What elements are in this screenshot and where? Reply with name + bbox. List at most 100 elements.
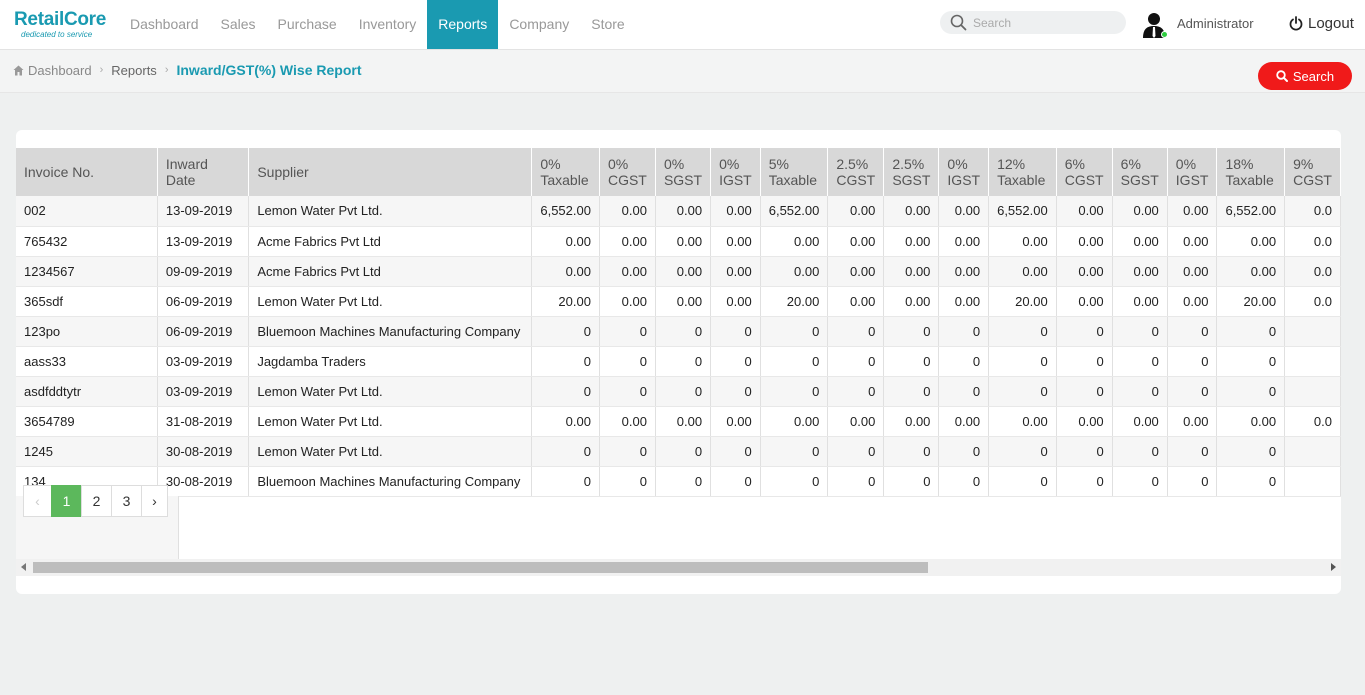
amount-cell: 0 <box>1216 316 1286 347</box>
pagination-page-button[interactable]: 3 <box>111 485 142 517</box>
table-row[interactable]: 123po 06-09-2019 Bluemoon Machines Manufac… <box>16 316 1341 347</box>
amount-cell: 0.00 <box>710 196 761 227</box>
pagination-page-button[interactable]: 2 <box>81 485 112 517</box>
supplier-cell: Lemon Water Pvt Ltd. <box>248 436 533 467</box>
amount-cell: 0.00 <box>827 406 885 437</box>
horizontal-scrollbar[interactable] <box>16 559 1341 576</box>
pagination-next-button[interactable]: › <box>141 485 168 517</box>
column-header[interactable]: 5% Taxable <box>760 148 829 196</box>
scroll-right-icon[interactable] <box>1331 563 1336 571</box>
amount-cell: 0.00 <box>827 256 885 287</box>
search-button[interactable]: Search <box>1258 62 1352 90</box>
logout-label: Logout <box>1308 15 1354 32</box>
table-row[interactable]: 002 13-09-2019 Lemon Water Pvt Ltd. 6,552.0… <box>16 196 1341 227</box>
column-header[interactable]: 2.5% CGST <box>827 148 885 196</box>
amount-cell: 0.00 <box>938 406 990 437</box>
date-cell: 06-09-2019 <box>157 316 250 347</box>
user-name[interactable]: Administrator <box>1177 16 1254 31</box>
column-header[interactable]: Supplier <box>248 148 533 196</box>
pagination-prev-button[interactable]: ‹ <box>23 485 52 517</box>
amount-cell: 0 <box>938 466 990 497</box>
amount-cell: 0 <box>710 436 761 467</box>
amount-cell: 0.0 <box>1284 196 1341 227</box>
supplier-cell: Acme Fabrics Pvt Ltd <box>248 256 533 287</box>
column-header[interactable]: 12% Taxable <box>988 148 1057 196</box>
amount-cell: 0 <box>710 466 761 497</box>
amount-cell: 0 <box>531 316 600 347</box>
amount-cell: 0.00 <box>1056 226 1113 257</box>
invoice-cell: 1245 <box>16 436 158 467</box>
table-row[interactable]: asdfddtytr 03-09-2019 Lemon Water Pvt Ltd.… <box>16 376 1341 407</box>
logout-button[interactable]: Logout <box>1289 15 1354 32</box>
amount-cell: 0.00 <box>988 256 1057 287</box>
amount-cell: 0.00 <box>655 286 712 317</box>
amount-cell: 0 <box>938 346 990 377</box>
nav-dashboard[interactable]: Dashboard <box>119 0 210 49</box>
amount-cell: 0 <box>827 316 885 347</box>
nav-purchase[interactable]: Purchase <box>267 0 348 49</box>
column-header[interactable]: Invoice No. <box>16 148 158 196</box>
column-header[interactable]: 9% CGST <box>1284 148 1341 196</box>
column-header[interactable]: 0% IGST <box>938 148 990 196</box>
report-table: Invoice No. Inward Date Supplier 0% Taxable… <box>16 148 1341 497</box>
table-row[interactable]: 1245 30-08-2019 Lemon Water Pvt Ltd. 0 0 0 0 0 0… <box>16 436 1341 467</box>
column-header[interactable]: Inward Date <box>157 148 250 196</box>
page-title: Inward/GST(%) Wise Report <box>176 62 362 78</box>
breadcrumb-reports[interactable]: Reports <box>111 63 157 78</box>
amount-cell: 0.00 <box>1167 406 1218 437</box>
supplier-cell: Lemon Water Pvt Ltd. <box>248 376 533 407</box>
column-header[interactable]: 0% CGST <box>599 148 656 196</box>
table-row[interactable]: 365sdf 06-09-2019 Lemon Water Pvt Ltd. 20.0… <box>16 286 1341 317</box>
table-row[interactable]: 134 30-08-2019 Bluemoon Machines Manufactu… <box>16 466 1341 497</box>
amount-cell: 0 <box>710 376 761 407</box>
amount-cell: 20.00 <box>988 286 1057 317</box>
column-header[interactable]: 2.5% SGST <box>883 148 940 196</box>
nav-company[interactable]: Company <box>498 0 580 49</box>
nav-reports[interactable]: Reports <box>427 0 499 49</box>
table-row[interactable]: 1234567 09-09-2019 Acme Fabrics Pvt Ltd 0.0… <box>16 256 1341 287</box>
amount-cell: 0.00 <box>883 256 940 287</box>
breadcrumb-dashboard[interactable]: Dashboard <box>28 63 92 78</box>
table-row[interactable]: 765432 13-09-2019 Acme Fabrics Pvt Ltd 0.00… <box>16 226 1341 257</box>
table-row[interactable]: aass33 03-09-2019 Jagdamba Traders 0 0 0 0 0 0 0 0… <box>16 346 1341 377</box>
scroll-left-icon[interactable] <box>21 563 26 571</box>
invoice-cell: 365sdf <box>16 286 158 317</box>
amount-cell: 0 <box>655 466 712 497</box>
search-icon <box>950 14 967 31</box>
supplier-cell: Bluemoon Machines Manufacturing Company <box>248 466 533 497</box>
table-row[interactable]: 3654789 31-08-2019 Lemon Water Pvt Ltd. 0.0… <box>16 406 1341 437</box>
nav-inventory[interactable]: Inventory <box>348 0 428 49</box>
amount-cell <box>1284 346 1341 377</box>
scrollbar-thumb[interactable] <box>33 562 928 573</box>
brand-logo[interactable]: RetailCore dedicated to service <box>14 10 106 40</box>
date-cell: 30-08-2019 <box>157 466 250 497</box>
amount-cell: 0 <box>760 346 829 377</box>
amount-cell: 0 <box>883 436 940 467</box>
amount-cell: 0.00 <box>1167 256 1218 287</box>
amount-cell: 0.00 <box>1056 256 1113 287</box>
amount-cell: 0.0 <box>1284 286 1341 317</box>
amount-cell: 0 <box>827 436 885 467</box>
column-header[interactable]: 0% IGST <box>1167 148 1218 196</box>
pagination-page-button[interactable]: 1 <box>51 485 82 517</box>
column-header[interactable]: 6% CGST <box>1056 148 1113 196</box>
nav-store[interactable]: Store <box>580 0 635 49</box>
amount-cell: 0 <box>1216 346 1286 377</box>
column-header[interactable]: 6% SGST <box>1112 148 1168 196</box>
amount-cell: 0 <box>988 346 1057 377</box>
top-navbar: RetailCore dedicated to service Dashboar… <box>0 0 1365 50</box>
column-header[interactable]: 0% IGST <box>710 148 761 196</box>
amount-cell: 0.00 <box>1167 196 1218 227</box>
amount-cell: 0 <box>1112 376 1168 407</box>
column-header[interactable]: 0% Taxable <box>531 148 600 196</box>
search-input[interactable] <box>973 13 1118 32</box>
amount-cell: 0.00 <box>655 256 712 287</box>
chevron-right-icon: › <box>164 64 169 76</box>
amount-cell: 0.00 <box>760 226 829 257</box>
date-cell: 30-08-2019 <box>157 436 250 467</box>
amount-cell: 0.00 <box>938 286 990 317</box>
nav-sales[interactable]: Sales <box>210 0 267 49</box>
amount-cell: 0.00 <box>760 256 829 287</box>
column-header[interactable]: 0% SGST <box>655 148 712 196</box>
column-header[interactable]: 18% Taxable <box>1216 148 1286 196</box>
